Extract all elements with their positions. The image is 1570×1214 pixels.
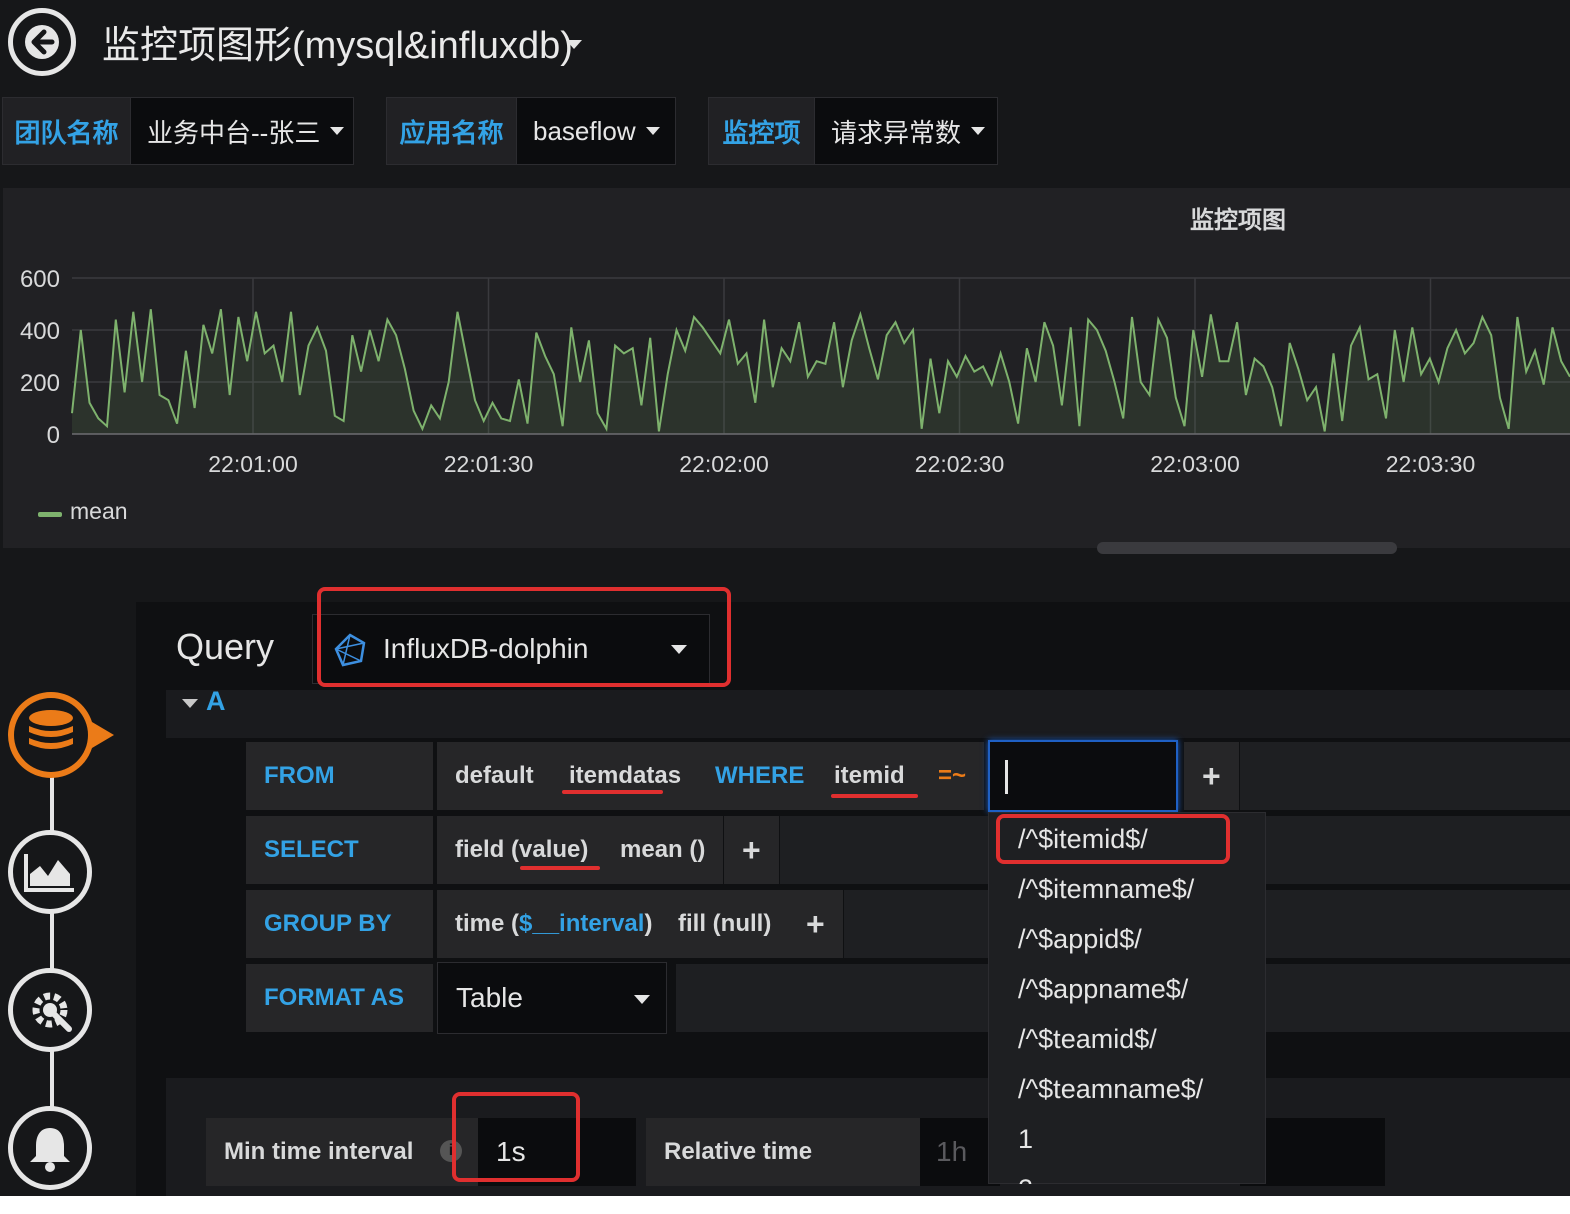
x-tick-label: 22:02:00 bbox=[679, 451, 769, 477]
bottom-edge bbox=[0, 1196, 1570, 1214]
time-prefix: time ( bbox=[455, 910, 520, 937]
x-tick-label: 22:03:30 bbox=[1386, 451, 1476, 477]
relative-time-label: Relative time bbox=[664, 1138, 813, 1165]
retention-policy-segment[interactable]: default bbox=[437, 742, 552, 810]
group-by-keyword: GROUP BY bbox=[246, 890, 433, 958]
dropdown-option[interactable]: /^$appname$/ bbox=[1018, 974, 1188, 1005]
select-keyword: SELECT bbox=[246, 816, 433, 884]
from-label: FROM bbox=[264, 762, 335, 789]
y-tick-label: 0 bbox=[47, 422, 60, 449]
add-group-by-button[interactable]: + bbox=[788, 890, 843, 958]
dropdown-option[interactable]: /^$itemname$/ bbox=[1018, 874, 1194, 905]
from-keyword: FROM bbox=[246, 742, 433, 810]
x-tick-label: 22:01:30 bbox=[444, 451, 534, 477]
group-by-time-segment[interactable]: time ($__interval) bbox=[437, 890, 671, 958]
tab-alert[interactable] bbox=[8, 1106, 92, 1190]
y-tick-label: 600 bbox=[20, 266, 60, 293]
where-keyword: WHERE bbox=[697, 742, 823, 810]
tab-visualization[interactable] bbox=[8, 830, 92, 914]
dropdown-option[interactable]: 1 bbox=[1018, 1124, 1033, 1155]
query-ref-id[interactable]: A bbox=[206, 686, 226, 717]
group-by-label: GROUP BY bbox=[264, 910, 392, 937]
time-suffix: ) bbox=[644, 910, 653, 937]
chart: 0 200 400 600 22:01:00 22:01:30 22:02:00 22:02:… bbox=[20, 266, 1570, 477]
highlight-dropdown-option bbox=[996, 814, 1230, 864]
row-filler bbox=[1240, 742, 1570, 810]
y-tick-label: 200 bbox=[20, 370, 60, 397]
legend-scrollbar[interactable] bbox=[1097, 542, 1397, 554]
group-by-fill-segment[interactable]: fill (null) bbox=[660, 890, 790, 958]
dropdown-option[interactable]: /^$teamname$/ bbox=[1018, 1074, 1203, 1105]
x-tick-label: 22:02:30 bbox=[915, 451, 1005, 477]
dropdown-option[interactable]: /^$teamid$/ bbox=[1018, 1024, 1157, 1055]
measurement-segment[interactable]: itemdatas bbox=[551, 742, 700, 810]
x-tick-label: 22:03:00 bbox=[1150, 451, 1240, 477]
y-tick-label: 400 bbox=[20, 318, 60, 345]
where-operator-segment[interactable]: =~ bbox=[920, 742, 985, 810]
select-aggregation-segment[interactable]: mean () bbox=[602, 816, 724, 884]
format-as-value: Table bbox=[456, 982, 523, 1013]
where-label: WHERE bbox=[715, 762, 805, 789]
chevron-down-icon bbox=[634, 995, 650, 1004]
annotation-underline bbox=[520, 866, 600, 870]
relative-time-label-wrap: Relative time bbox=[646, 1118, 920, 1186]
query-label: Query bbox=[176, 626, 275, 667]
query-row-header[interactable] bbox=[166, 690, 1570, 738]
tab-queries[interactable] bbox=[4, 688, 116, 782]
add-where-button[interactable]: + bbox=[1184, 742, 1239, 810]
select-field-segment[interactable]: field (value) bbox=[437, 816, 607, 884]
min-time-interval-label: Min time interval bbox=[224, 1138, 414, 1165]
dropdown-option[interactable]: /^$appid$/ bbox=[1018, 924, 1142, 955]
x-tick-label: 22:01:00 bbox=[208, 451, 298, 477]
gear-wrench-icon bbox=[32, 992, 72, 1032]
select-label: SELECT bbox=[264, 836, 359, 863]
highlight-min-interval bbox=[452, 1092, 580, 1182]
legend-series-label[interactable]: mean bbox=[70, 498, 128, 525]
legend-color-swatch bbox=[38, 512, 62, 517]
area-chart-icon bbox=[24, 854, 74, 892]
text-cursor bbox=[1005, 760, 1008, 794]
collapse-caret-icon[interactable] bbox=[182, 699, 198, 708]
dropdown-option[interactable]: 2 bbox=[1018, 1174, 1033, 1184]
format-as-label: FORMAT AS bbox=[264, 984, 404, 1011]
add-select-button[interactable]: + bbox=[724, 816, 779, 884]
format-as-select[interactable]: Table bbox=[437, 962, 667, 1034]
bell-icon bbox=[30, 1128, 70, 1172]
where-tag-segment[interactable]: itemid bbox=[816, 742, 923, 810]
format-as-keyword: FORMAT AS bbox=[246, 964, 433, 1032]
relative-time-placeholder: 1h bbox=[936, 1136, 968, 1167]
annotation-underline bbox=[562, 790, 663, 794]
highlight-datasource bbox=[317, 587, 731, 687]
annotation-underline bbox=[831, 794, 918, 798]
time-interval-variable: $__interval bbox=[519, 910, 645, 937]
tab-general-settings[interactable] bbox=[8, 968, 92, 1052]
where-value-input[interactable] bbox=[988, 740, 1178, 812]
